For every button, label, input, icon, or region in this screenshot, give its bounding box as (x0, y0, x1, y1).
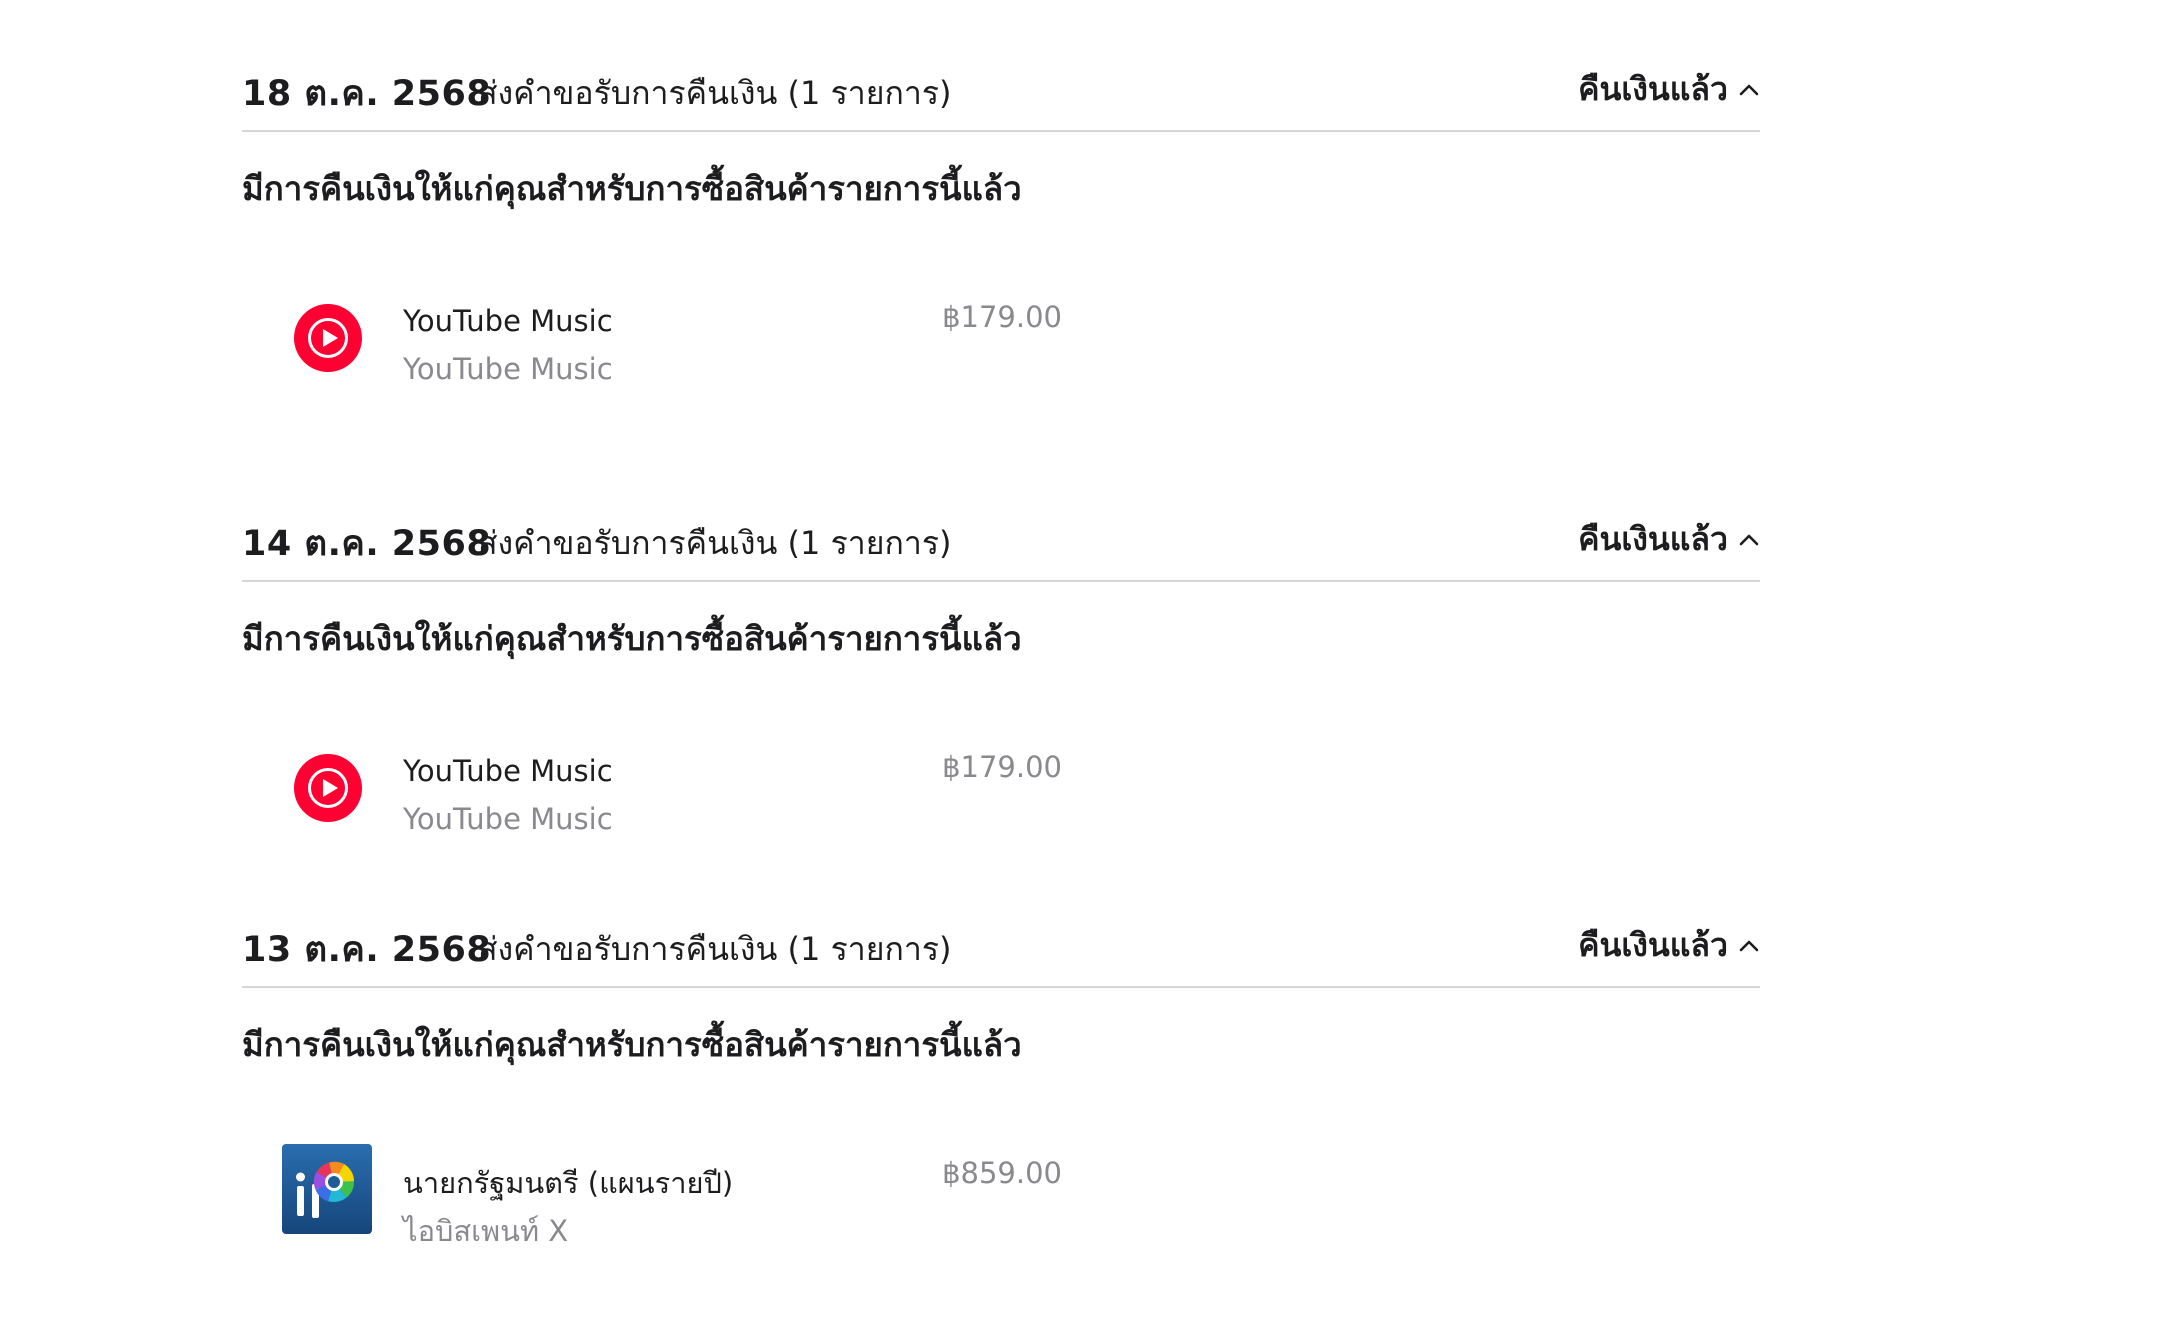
section-date: 14 ต.ค. 2568 (242, 524, 492, 564)
youtube-music-icon (294, 754, 362, 822)
chevron-up-icon (1739, 534, 1759, 545)
youtube-music-icon (294, 304, 362, 372)
section-type: ส่งคำขอรับการคืนเงิน (1 รายการ) (478, 930, 952, 968)
ibis-paint-x-icon (282, 1144, 372, 1234)
section-type: ส่งคำขอรับการคืนเงิน (1 รายการ) (478, 74, 952, 112)
item-title: นายกรัฐมนตรี (แผนรายปี) (403, 1166, 734, 1200)
status-toggle[interactable]: คืนเงินแล้ว (1578, 64, 1760, 115)
section-date: 18 ต.ค. 2568 (242, 74, 492, 114)
chevron-up-icon (1739, 84, 1759, 95)
section-header: 18 ต.ค. 2568 ส่งคำขอรับการคืนเงิน (1 ราย… (242, 40, 1760, 132)
refund-section-1: 18 ต.ค. 2568 ส่งคำขอรับการคืนเงิน (1 ราย… (242, 40, 1760, 420)
item-price: ฿179.00 (942, 750, 1062, 784)
item-subtitle: YouTube Music (403, 802, 613, 836)
item-price: ฿179.00 (942, 300, 1062, 334)
item-subtitle: ไอบิสเพนท์ X (403, 1214, 569, 1248)
status-label: คืนเงินแล้ว (1578, 520, 1728, 558)
section-date: 13 ต.ค. 2568 (242, 930, 492, 970)
item-title: YouTube Music (403, 754, 613, 788)
section-header: 14 ต.ค. 2568 ส่งคำขอรับการคืนเงิน (1 ราย… (242, 490, 1760, 582)
status-label: คืนเงินแล้ว (1578, 926, 1728, 964)
status-label: คืนเงินแล้ว (1578, 70, 1728, 108)
purchase-item[interactable]: YouTube Music YouTube Music ฿179.00 (242, 748, 1062, 868)
refund-note: มีการคืนเงินให้แก่คุณสำหรับการซื้อสินค้า… (242, 169, 1022, 208)
item-title: YouTube Music (403, 304, 613, 338)
chevron-up-icon (1739, 940, 1759, 951)
refund-note: มีการคืนเงินให้แก่คุณสำหรับการซื้อสินค้า… (242, 1025, 1022, 1064)
item-price: ฿859.00 (942, 1156, 1062, 1190)
refund-section-3: 13 ต.ค. 2568 ส่งคำขอรับการคืนเงิน (1 ราย… (242, 896, 1760, 1256)
status-toggle[interactable]: คืนเงินแล้ว (1578, 514, 1760, 565)
refund-note: มีการคืนเงินให้แก่คุณสำหรับการซื้อสินค้า… (242, 619, 1022, 658)
purchase-item[interactable]: นายกรัฐมนตรี (แผนรายปี) ไอบิสเพนท์ X ฿85… (242, 1144, 1062, 1274)
status-toggle[interactable]: คืนเงินแล้ว (1578, 920, 1760, 971)
section-header: 13 ต.ค. 2568 ส่งคำขอรับการคืนเงิน (1 ราย… (242, 896, 1760, 988)
section-type: ส่งคำขอรับการคืนเงิน (1 รายการ) (478, 524, 952, 562)
refund-section-2: 14 ต.ค. 2568 ส่งคำขอรับการคืนเงิน (1 ราย… (242, 490, 1760, 850)
purchase-item[interactable]: YouTube Music YouTube Music ฿179.00 (242, 298, 1062, 418)
item-subtitle: YouTube Music (403, 352, 613, 386)
